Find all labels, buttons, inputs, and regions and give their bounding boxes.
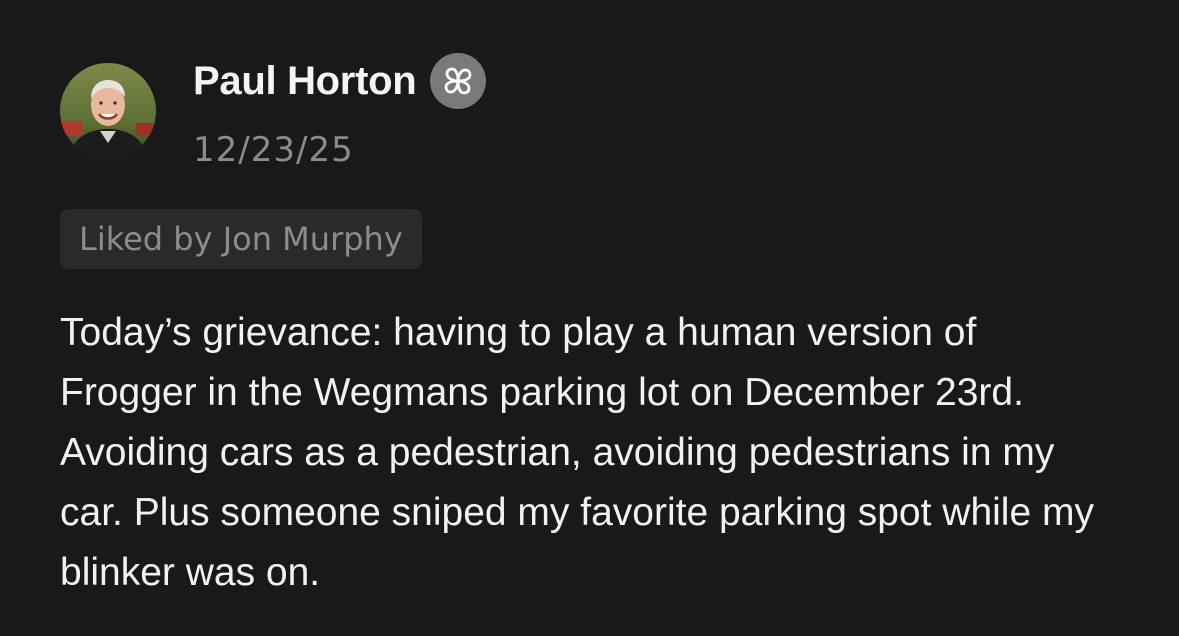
avatar-photo — [60, 63, 156, 159]
post-date: 12/23/25 — [193, 130, 354, 170]
flower-icon — [444, 67, 472, 95]
post-body: Today’s grievance: having to play a huma… — [60, 311, 1094, 594]
flower-badge-icon[interactable] — [430, 53, 487, 109]
liked-by-chip[interactable]: Liked by Jon Murphy — [60, 209, 422, 269]
author-name[interactable]: Paul Horton — [193, 59, 417, 104]
liked-by-text: Liked by Jon Murphy — [79, 220, 403, 258]
post-card: Paul Horton 12/23/25 Liked by Jon Murphy… — [0, 0, 1179, 636]
author-row: Paul Horton — [193, 53, 487, 109]
avatar[interactable] — [60, 63, 156, 159]
